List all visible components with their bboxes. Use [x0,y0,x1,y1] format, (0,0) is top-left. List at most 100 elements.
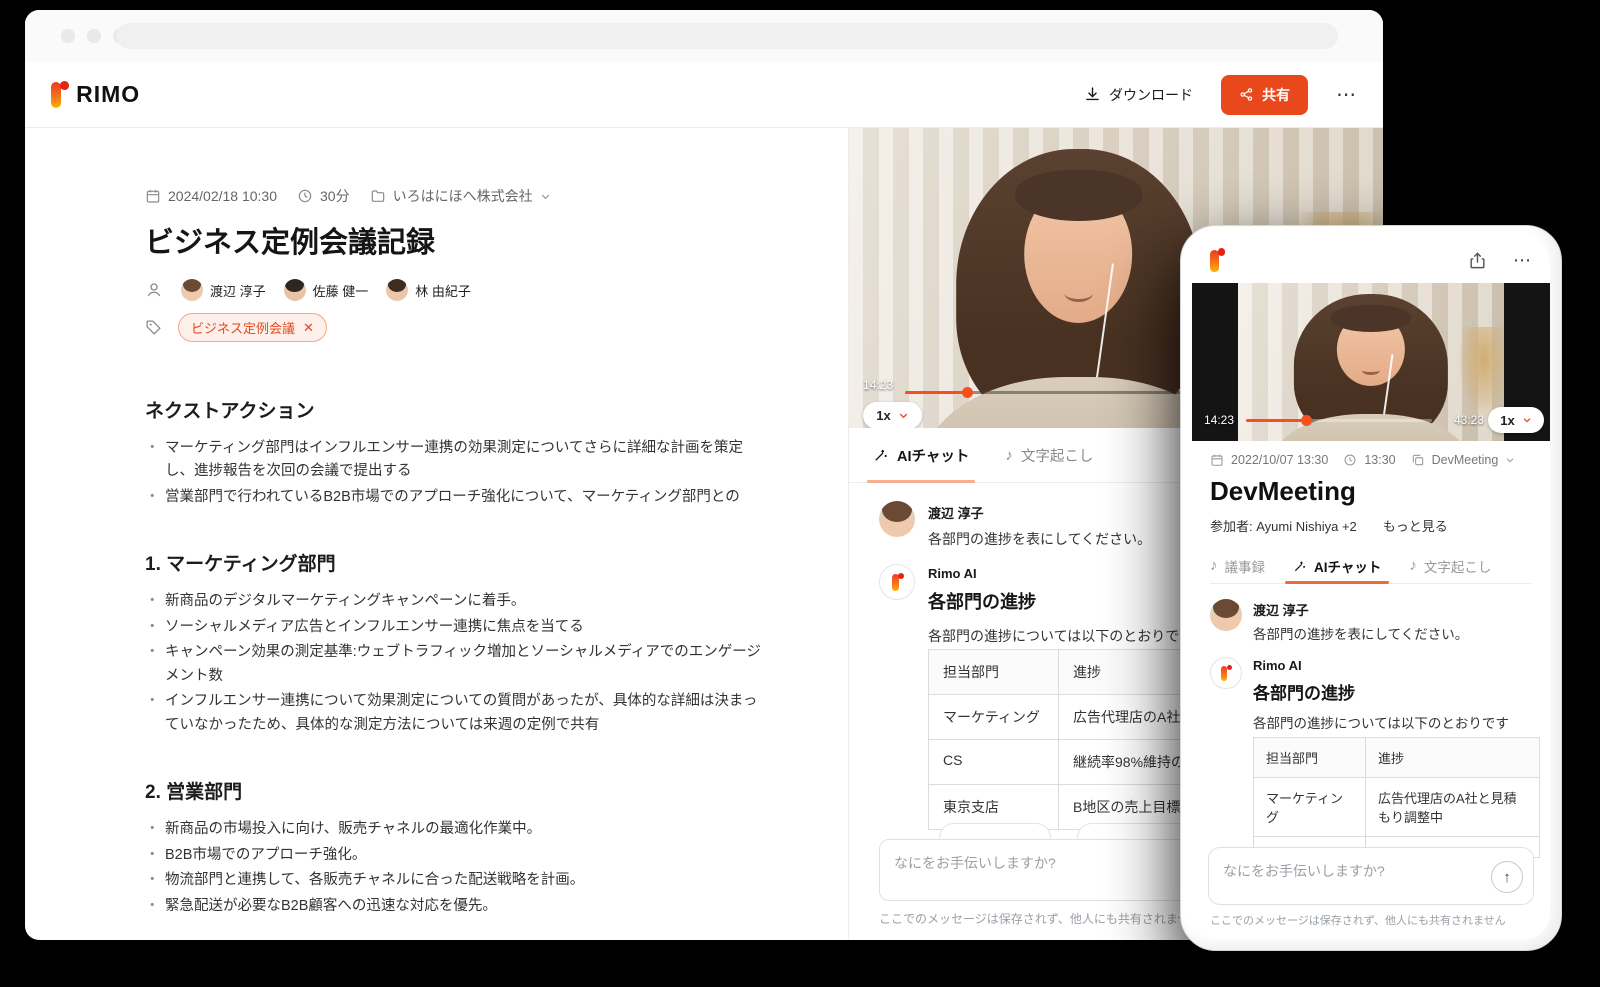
section-heading: ネクストアクション [145,396,770,423]
more-menu-button[interactable]: ⋯ [1513,251,1532,269]
magic-wand-icon [1293,559,1307,573]
tab-ai-chat[interactable]: AIチャット [873,428,969,482]
participant[interactable]: 渡辺 淳子 [181,279,266,301]
participant[interactable]: 林 由紀子 [386,279,471,301]
avatar [284,279,306,301]
tag-label: ビジネス定例会議 [191,318,295,337]
chevron-down-icon [898,410,909,421]
tab-label: 議事録 [1225,556,1266,576]
seek-handle[interactable] [1301,415,1312,426]
tab-transcript[interactable]: ♪ 文字起こし [1005,428,1093,482]
magic-wand-icon [873,447,889,463]
message-author: 渡辺 淳子 [1253,600,1468,619]
up-arrow-icon: ↑ [1503,869,1511,886]
bullet: 緊急配送が必要なB2B顧客への迅速な対応を優先。 [145,895,770,918]
see-more-link[interactable]: もっと見る [1383,516,1448,535]
ai-chat-panel: 渡辺 淳子 各部門の進捗を表にしてください。 Rimo AI 各部門の進捗 各部… [1210,599,1532,858]
chevron-down-icon [1505,455,1515,465]
avatar [181,279,203,301]
speed-label: 1x [1500,413,1514,428]
url-bar[interactable] [117,23,1338,49]
window-control-dot[interactable] [87,29,101,43]
share-nodes-icon [1239,87,1254,102]
chat-message-user: 渡辺 淳子 各部門の進捗を表にしてください。 [1210,599,1532,645]
tab-label: 文字起こし [1021,445,1094,466]
clock-icon [297,188,313,204]
music-note-icon: ♪ [1210,558,1218,573]
tab-ai-chat[interactable]: AIチャット [1293,548,1381,583]
speed-label: 1x [876,408,890,423]
participant[interactable]: 佐藤 健一 [284,279,369,301]
tag-chip[interactable]: ビジネス定例会議 ✕ [178,313,327,342]
download-button[interactable]: ダウンロード [1084,85,1193,105]
send-button[interactable]: ↑ [1491,861,1523,893]
page-canvas: RIMO ダウンロード 共有 ⋯ 2024/0 [0,0,1600,987]
bullet: キャンペーン効果の測定基準:ウェブトラフィック増加とソーシャルメディアでのエンゲ… [145,641,770,688]
seek-handle[interactable] [962,387,973,398]
privacy-note: ここでのメッセージは保存されず、他人にも共有されません [1210,912,1540,928]
meeting-date: 2022/10/07 13:30 [1210,453,1328,467]
playback-speed-button[interactable]: 1x [863,402,922,428]
tab-minutes[interactable]: ♪ 議事録 [1210,548,1265,583]
message-text: 各部門の進捗を表にしてください。 [928,529,1151,550]
seek-progress [1246,419,1306,422]
message-text: 各部門の進捗を表にしてください。 [1253,625,1468,645]
chat-input[interactable] [1209,848,1533,904]
tag-icon [145,319,162,336]
playback-speed-button[interactable]: 1x [1488,407,1544,433]
folder-selector[interactable]: いろはにほへ株式会社 [370,186,551,206]
rimo-logo-icon[interactable] [1210,248,1224,271]
folder-icon [370,188,386,204]
share-button[interactable]: 共有 [1221,75,1308,115]
bullet: インフルエンサー連携について効果測定についての質問があったが、具体的な詳細は決ま… [145,690,770,737]
table-row: マーケティング 広告代理店のA社と見積もり調整中 [1254,777,1540,836]
music-note-icon: ♪ [1005,448,1013,463]
copy-icon [1411,453,1425,467]
chevron-down-icon [540,191,551,202]
page-title: ビジネス定例会議記録 [145,219,770,261]
avatar [386,279,408,301]
seek-progress [905,391,967,394]
speaker-portrait [956,149,1202,428]
table-header: 進捗 [1366,737,1540,777]
folder-selector[interactable]: DevMeeting [1411,453,1516,467]
more-menu-button[interactable]: ⋯ [1336,85,1357,105]
tag-remove-icon[interactable]: ✕ [303,320,314,336]
bullet: B2B市場でのアプローチ強化。 [145,844,770,867]
table-header: 担当部門 [1254,737,1366,777]
tab-label: AIチャット [897,445,969,466]
section-heading: 2. 営業部門 [145,777,770,804]
share-ios-icon[interactable] [1468,251,1487,270]
chevron-down-icon [1522,415,1532,425]
tab-label: AIチャット [1314,556,1381,576]
bullet: 新商品のデジタルマーケティングキャンペーンに着手。 [145,590,770,613]
rimo-logo[interactable]: RIMO [51,81,140,108]
brand-name: RIMO [76,81,140,108]
mobile-video-player[interactable]: 14:23 43:23 1x [1192,283,1550,441]
section-bullets: マーケティング部門はインフルエンサー連携の効果測定についてさらに詳細な計画を策定… [145,437,770,509]
bullet: 新商品の市場投入に向け、販売チャネルの最適化作業中。 [145,818,770,841]
tab-label: 文字起こし [1424,556,1492,576]
section-heading: 1. マーケティング部門 [145,549,770,576]
section-bullets: 新商品のデジタルマーケティングキャンペーンに着手。 ソーシャルメディア広告とイン… [145,590,770,737]
mobile-screen: ⋯ 14:23 43: [1192,237,1550,939]
share-label: 共有 [1262,85,1290,105]
message-author: Rimo AI [1253,658,1540,673]
download-icon [1084,86,1101,103]
bullet: ソーシャルメディア広告とインフルエンサー連携に焦点を当てる [145,616,770,639]
clock-icon [1343,453,1357,467]
calendar-icon [1210,453,1224,467]
bullet: 物流部門と連携して、各販売チャネルに合った配送戦略を計画。 [145,869,770,892]
meeting-duration: 13:30 [1343,453,1395,467]
bullet: 営業部門で行われているB2B市場でのアプローチ強化について、マーケティング部門と… [145,486,770,509]
mobile-meta-row: 2022/10/07 13:30 13:30 DevMeeting [1210,453,1532,467]
tab-transcript[interactable]: ♪ 文字起こし [1409,548,1491,583]
page-title: DevMeeting [1210,476,1532,507]
mobile-header: ⋯ [1192,237,1550,283]
window-control-dot[interactable] [61,29,75,43]
music-note-icon: ♪ [1409,558,1417,573]
seek-bar[interactable] [1246,419,1432,422]
calendar-icon [145,188,161,204]
total-time-label: 43:23 [1454,413,1484,427]
person-icon [145,281,163,299]
